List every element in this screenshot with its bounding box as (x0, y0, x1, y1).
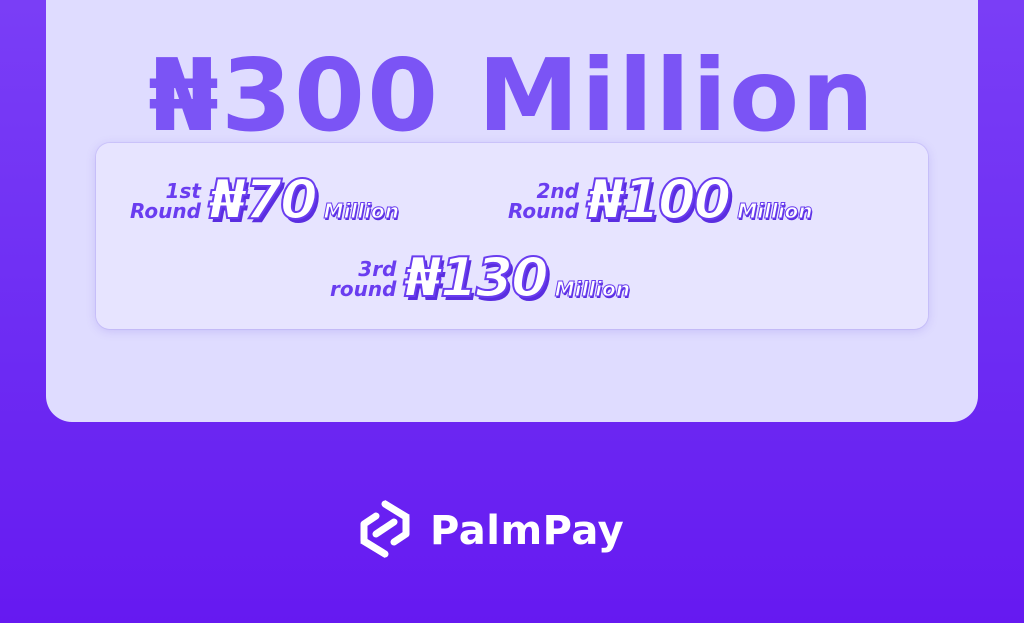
round-word: Round (130, 199, 201, 223)
palmpay-logo-icon (354, 498, 416, 564)
round-unit: Million (554, 277, 631, 301)
round-unit: Million (737, 199, 813, 223)
round-amount: ₦70 (208, 168, 319, 231)
round-unit: Million (323, 199, 399, 223)
round-item-2: 2nd Round ₦100 Million (508, 168, 813, 231)
round-item-1: 1st Round ₦70 Million (130, 168, 399, 231)
rounds-panel: 1st Round ₦70 Million 2nd Round ₦100 Mil… (96, 143, 928, 329)
brand-name: PalmPay (430, 508, 625, 554)
round-word: Round (508, 199, 579, 223)
total-prize-headline: ₦300 Million (148, 37, 876, 154)
round-ordinal: 3rd (358, 257, 397, 281)
round-label: 3rd round (330, 259, 396, 299)
round-amount: ₦130 (403, 246, 549, 309)
brand-lockup: PalmPay (354, 498, 624, 564)
round-item-3: 3rd round ₦130 Million (330, 246, 631, 309)
round-ordinal: 2nd (536, 179, 579, 203)
round-label: 2nd Round (508, 181, 579, 221)
round-amount: ₦100 (586, 168, 732, 231)
round-ordinal: 1st (165, 179, 201, 203)
round-label: 1st Round (130, 181, 201, 221)
round-word: round (330, 277, 397, 301)
